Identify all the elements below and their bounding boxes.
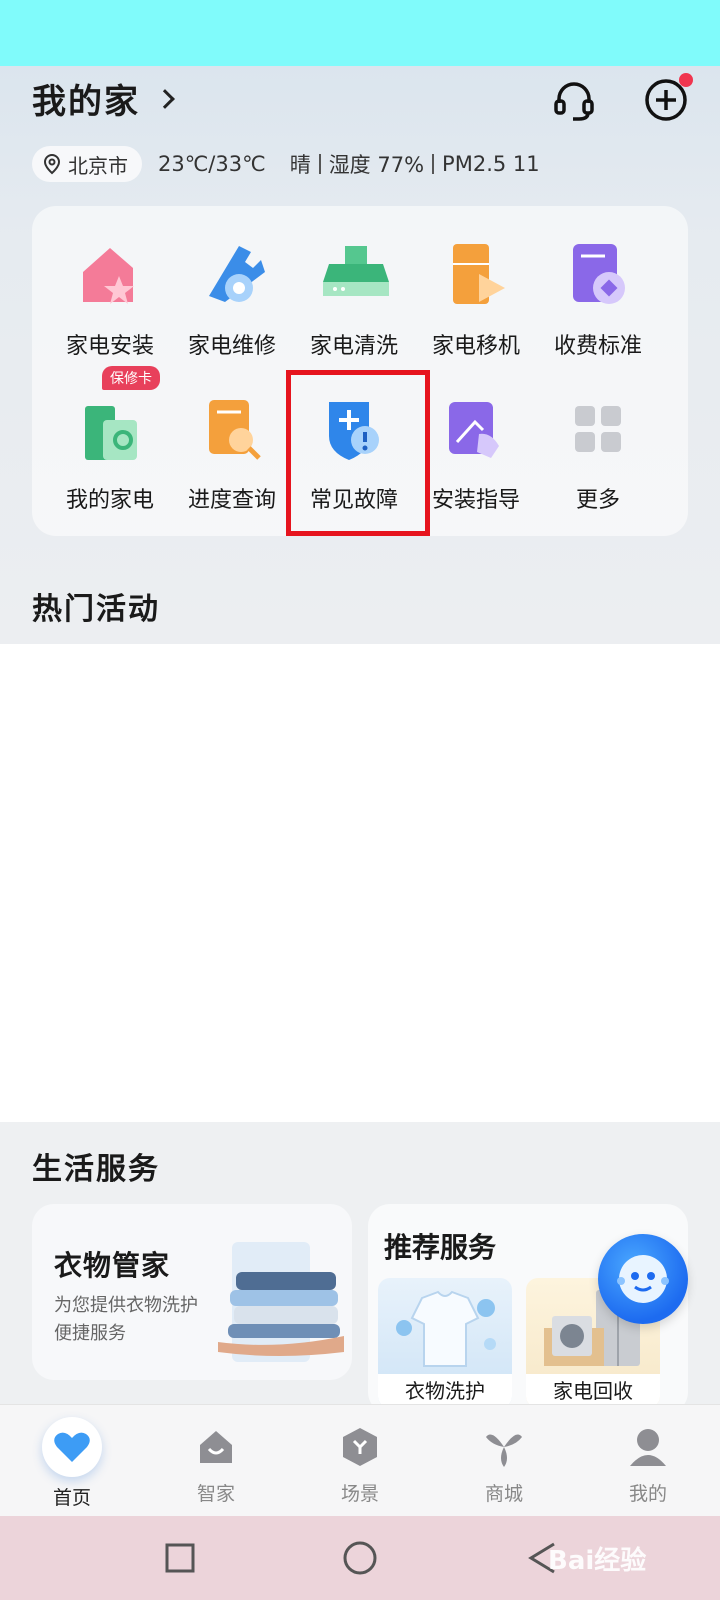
hot-activities-area [0, 644, 720, 1122]
tab-scene[interactable]: 场景 [288, 1405, 432, 1517]
bottom-tab-bar: 首页 智家 场景 商城 我的 [0, 1404, 720, 1516]
shirt-bubbles-image [396, 1290, 496, 1367]
service-install[interactable]: 家电安装 [48, 218, 172, 359]
recent-apps-button[interactable] [160, 1538, 200, 1578]
status-bar [0, 0, 720, 66]
divider [318, 154, 321, 174]
tab-mall[interactable]: 商城 [432, 1405, 576, 1517]
location-pill[interactable]: 北京市 [32, 146, 142, 182]
house-star-icon [73, 238, 147, 312]
weather-info: 23℃/33℃ 晴 湿度 77% PM2.5 11 [158, 149, 540, 179]
service-move[interactable]: 家电移机 [414, 218, 538, 359]
robot-face-icon [617, 1255, 669, 1303]
life-services-title: 生活服务 [32, 1152, 160, 1187]
range-hood-icon [317, 238, 391, 312]
notification-dot [679, 73, 693, 87]
humidity: 湿度 77% [328, 153, 425, 177]
chevron-right-icon [155, 88, 175, 109]
service-repair[interactable]: 家电维修 [170, 218, 294, 359]
wrench-icon [195, 238, 269, 312]
more-grid-icon [561, 392, 635, 466]
weather-condition: 晴 [289, 153, 311, 177]
profile-icon [622, 1421, 674, 1473]
recommend-title: 推荐服务 [384, 1231, 497, 1264]
divider [432, 154, 435, 174]
home-button[interactable] [340, 1538, 380, 1578]
customer-service-icon[interactable] [550, 76, 598, 124]
home-title[interactable]: 我的家 [32, 74, 175, 123]
temperature: 23℃/33℃ [158, 152, 266, 176]
progress-query-icon [195, 392, 269, 466]
tab-profile[interactable]: 我的 [576, 1405, 720, 1517]
rec-item-label: 家电回收 [526, 1374, 660, 1408]
weather-row: 北京市 23℃/33℃ 晴 湿度 77% PM2.5 11 [32, 146, 540, 182]
mall-icon [478, 1421, 530, 1473]
service-my-appliance[interactable]: 保修卡 我的家电 [48, 366, 172, 513]
assistant-robot-button[interactable] [598, 1234, 688, 1324]
tab-smart-home[interactable]: 智家 [144, 1405, 288, 1517]
install-guide-icon [439, 392, 513, 466]
pm25: PM2.5 11 [442, 152, 540, 176]
my-appliance-icon [73, 392, 147, 466]
clothes-manager-card[interactable]: 衣物管家 为您提供衣物洗护便捷服务 [32, 1204, 352, 1380]
service-progress[interactable]: 进度查询 [170, 372, 294, 513]
warranty-card-badge: 保修卡 [102, 366, 160, 390]
location-pin-icon [43, 153, 61, 175]
highlight-box [286, 370, 430, 536]
add-device-icon[interactable] [642, 73, 693, 124]
folded-clothes-image [218, 1242, 344, 1362]
clothes-card-desc: 为您提供衣物洗护便捷服务 [54, 1295, 198, 1344]
price-doc-icon [561, 238, 635, 312]
service-install-guide[interactable]: 安装指导 [414, 372, 538, 513]
smart-home-icon [190, 1421, 242, 1473]
watermark-text: Bai经验 [548, 1546, 647, 1576]
rec-item-laundry[interactable]: 衣物洗护 [378, 1278, 512, 1408]
tab-home[interactable]: 首页 [0, 1405, 144, 1517]
scene-icon [334, 1421, 386, 1473]
location-text: 北京市 [68, 153, 128, 178]
fridge-move-icon [439, 238, 513, 312]
home-title-text: 我的家 [32, 82, 140, 122]
hot-activities-title: 热门活动 [32, 592, 160, 627]
rec-item-label: 衣物洗护 [378, 1374, 512, 1408]
service-clean[interactable]: 家电清洗 [292, 218, 416, 359]
clothes-card-title: 衣物管家 [54, 1249, 171, 1282]
heart-icon [42, 1417, 102, 1477]
service-pricing[interactable]: 收费标准 [536, 218, 660, 359]
service-more[interactable]: 更多 [536, 372, 660, 513]
